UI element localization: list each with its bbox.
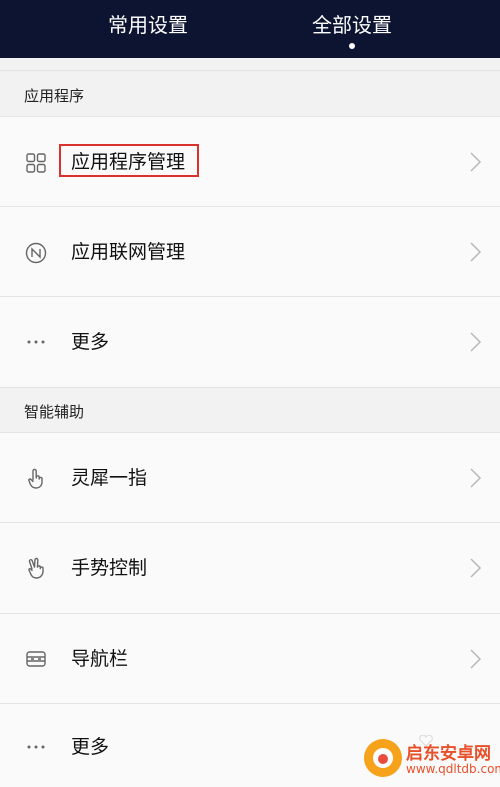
settings-item-app-management[interactable]: 应用程序管理 — [0, 116, 500, 206]
settings-item-gesture-control[interactable]: 手势控制 — [0, 522, 500, 613]
site-watermark: 启东安卓网 www.qdltdb.com — [364, 735, 500, 781]
top-tab-bar: 常用设置 全部设置 — [0, 0, 500, 58]
watermark-title: 启东安卓网 — [406, 744, 491, 764]
settings-item-apps-more[interactable]: 更多 — [0, 296, 500, 387]
top-spacer — [0, 58, 500, 70]
settings-item-navigation-bar[interactable]: 导航栏 — [0, 613, 500, 703]
grid-icon — [24, 151, 48, 175]
settings-item-smart-finger[interactable]: 灵犀一指 — [0, 432, 500, 522]
tab-common-settings[interactable]: 常用设置 — [98, 12, 198, 52]
section-header-apps-label: 应用程序 — [24, 87, 85, 105]
settings-item-label: 导航栏 — [71, 648, 129, 670]
settings-item-label: 应用联网管理 — [71, 241, 186, 263]
chevron-right-icon — [468, 151, 482, 173]
finger-tap-icon — [24, 466, 48, 490]
settings-item-label: 手势控制 — [71, 557, 148, 579]
navigation-bar-icon — [24, 647, 48, 671]
watermark-logo-icon — [364, 739, 402, 777]
chevron-right-icon — [468, 241, 482, 263]
hand-gesture-icon — [24, 556, 48, 580]
tab-all-settings-label: 全部设置 — [312, 13, 392, 37]
chevron-right-icon — [468, 648, 482, 670]
settings-item-label: 更多 — [71, 331, 110, 353]
section-header-smart-assist: 智能辅助 — [0, 387, 500, 432]
section-header-smart-assist-label: 智能辅助 — [24, 403, 85, 421]
chevron-right-icon — [468, 557, 482, 579]
more-dots-icon — [24, 330, 48, 354]
section-header-apps: 应用程序 — [0, 70, 500, 116]
more-dots-icon — [24, 735, 48, 759]
network-icon — [24, 241, 48, 265]
tab-all-settings[interactable]: 全部设置 — [302, 12, 402, 52]
chevron-right-icon — [468, 331, 482, 353]
chevron-right-icon — [468, 467, 482, 489]
settings-item-label: 应用程序管理 — [71, 151, 186, 173]
active-tab-indicator — [349, 43, 355, 49]
settings-item-label: 更多 — [71, 736, 110, 758]
watermark-url: www.qdltdb.com — [406, 762, 500, 776]
settings-item-label: 灵犀一指 — [71, 467, 148, 489]
tab-common-settings-label: 常用设置 — [108, 13, 188, 37]
settings-item-app-network[interactable]: 应用联网管理 — [0, 206, 500, 296]
